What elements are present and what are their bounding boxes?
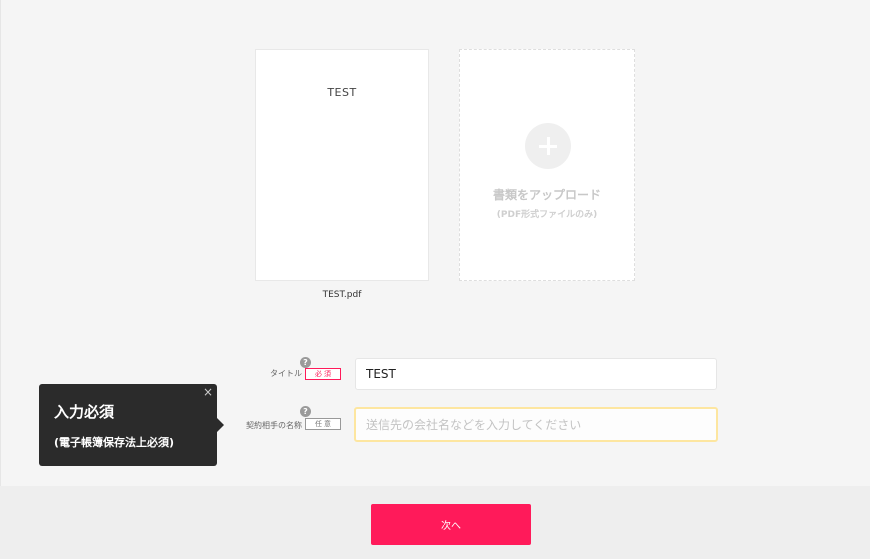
tooltip-title: 入力必須	[54, 403, 115, 421]
document-preview-text: TEST	[327, 86, 357, 99]
required-tooltip: × 入力必須 (電子帳簿保存法上必須)	[39, 384, 224, 466]
title-input[interactable]	[355, 358, 717, 390]
tooltip-subtitle: (電子帳簿保存法上必須)	[54, 436, 175, 449]
document-thumbnail[interactable]: TEST	[255, 49, 429, 281]
upload-label: 書類をアップロード	[492, 188, 601, 202]
counterparty-input[interactable]	[354, 407, 718, 442]
title-label: タイトル	[270, 369, 302, 378]
required-badge: 必須	[305, 368, 341, 380]
document-filename: TEST.pdf	[322, 290, 362, 300]
optional-badge: 任意	[305, 418, 341, 430]
upload-format-note: (PDF形式ファイルのみ)	[496, 210, 598, 220]
upload-document-dropzone[interactable]: 書類をアップロード (PDF形式ファイルのみ)	[459, 49, 635, 281]
close-icon[interactable]: ×	[203, 385, 213, 399]
title-help-icon[interactable]: ?	[300, 357, 311, 368]
plus-icon	[525, 123, 571, 169]
next-button[interactable]: 次へ	[371, 504, 531, 545]
page-border	[0, 0, 1, 559]
counterparty-label: 契約相手の名称	[246, 421, 302, 430]
counterparty-help-icon[interactable]: ?	[300, 406, 311, 417]
